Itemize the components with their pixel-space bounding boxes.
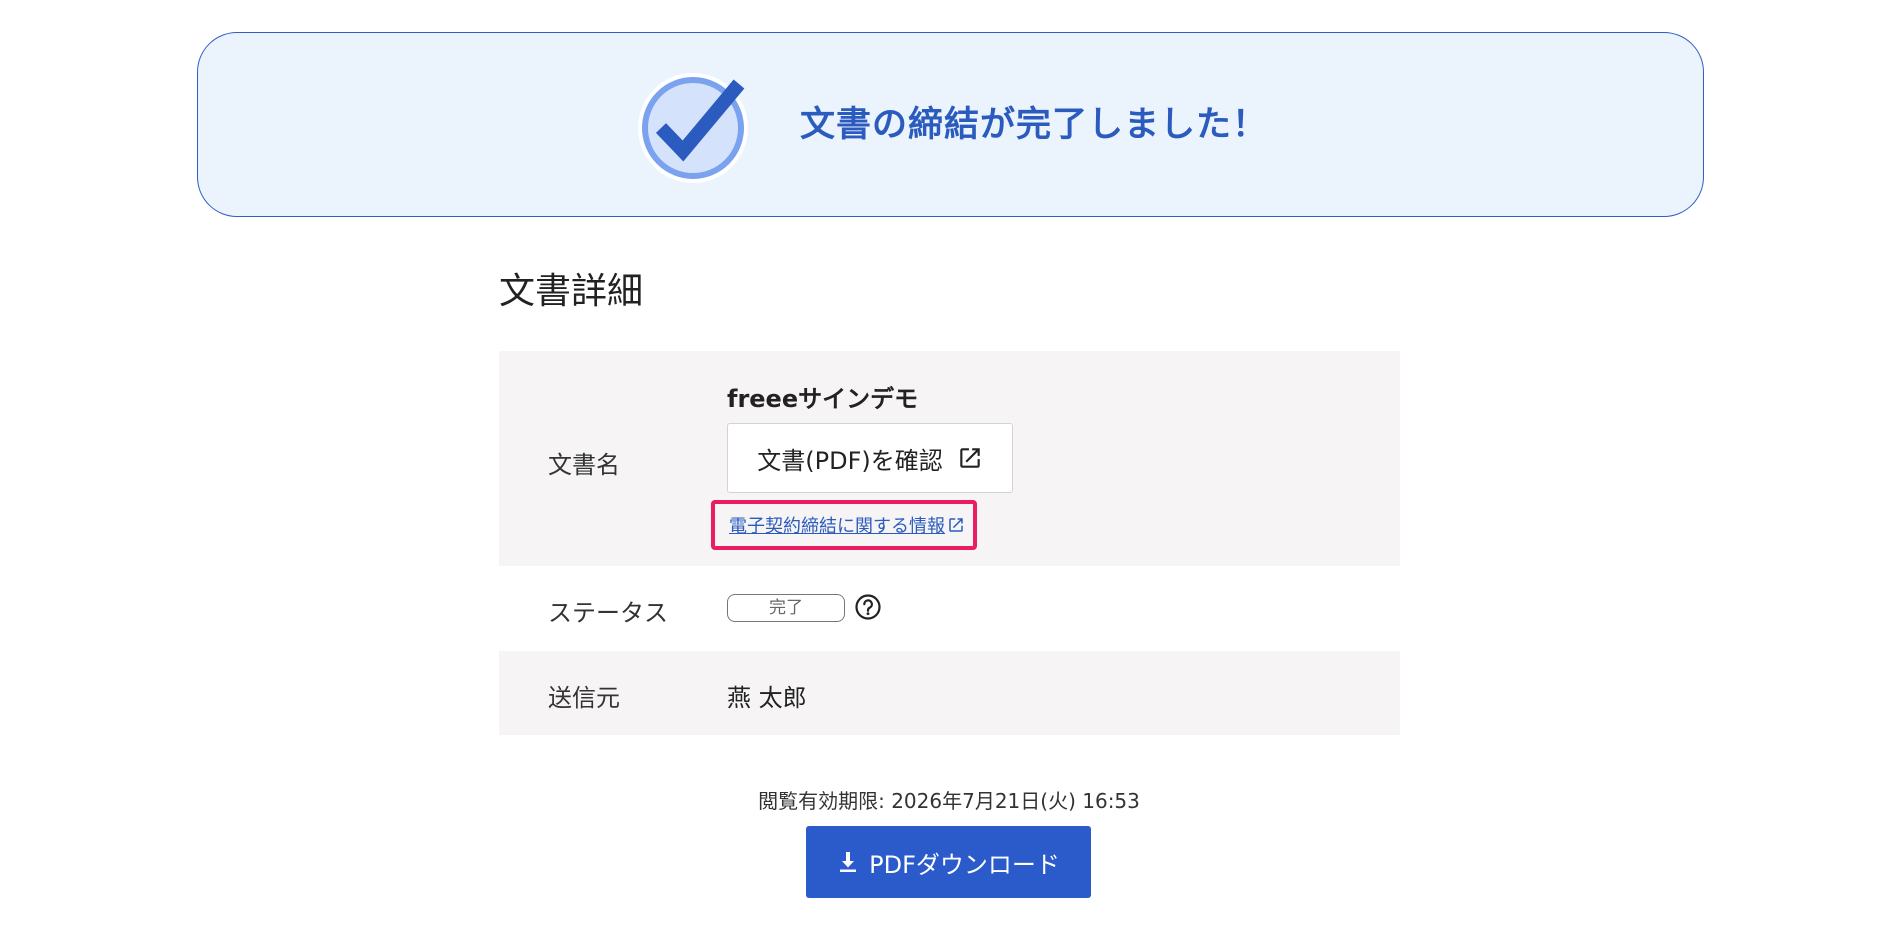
download-icon bbox=[840, 852, 857, 872]
document-name-row: 文書名 freeeサインデモ 文書(PDF)を確認 電子契約締結に関する情報 bbox=[499, 351, 1400, 566]
highlighted-info-link: 電子契約締結に関する情報 bbox=[711, 500, 977, 550]
status-row: ステータス 完了 bbox=[499, 566, 1400, 651]
document-detail-table: 文書名 freeeサインデモ 文書(PDF)を確認 電子契約締結に関する情報 ス… bbox=[499, 351, 1400, 735]
completion-banner: 文書の締結が完了しました！ bbox=[197, 32, 1704, 217]
status-label: ステータス bbox=[548, 599, 668, 627]
page-title: 文書詳細 bbox=[499, 271, 644, 312]
expiry-date: 閲覧有効期限: 2026年7月21日(火) 16:53 bbox=[758, 789, 1140, 813]
contract-info-link[interactable]: 電子契約締結に関する情報 bbox=[729, 512, 965, 538]
check-circle-icon bbox=[638, 73, 748, 183]
view-pdf-button[interactable]: 文書(PDF)を確認 bbox=[727, 423, 1013, 493]
document-title: freeeサインデモ bbox=[727, 385, 919, 413]
document-name-label: 文書名 bbox=[548, 451, 620, 479]
contract-info-link-label: 電子契約締結に関する情報 bbox=[729, 516, 945, 537]
sender-label: 送信元 bbox=[548, 684, 620, 712]
sender-row: 送信元 燕 太郎 bbox=[499, 651, 1400, 735]
pdf-download-button[interactable]: PDFダウンロード bbox=[806, 826, 1091, 898]
external-link-icon bbox=[949, 518, 963, 532]
help-icon[interactable] bbox=[854, 593, 882, 621]
completion-message: 文書の締結が完了しました！ bbox=[800, 105, 1269, 145]
external-link-icon bbox=[959, 448, 980, 468]
status-badge: 完了 bbox=[727, 594, 845, 622]
view-pdf-label: 文書(PDF)を確認 bbox=[757, 446, 943, 475]
sender-name: 燕 太郎 bbox=[727, 684, 807, 712]
pdf-download-label: PDFダウンロード bbox=[869, 850, 1060, 879]
